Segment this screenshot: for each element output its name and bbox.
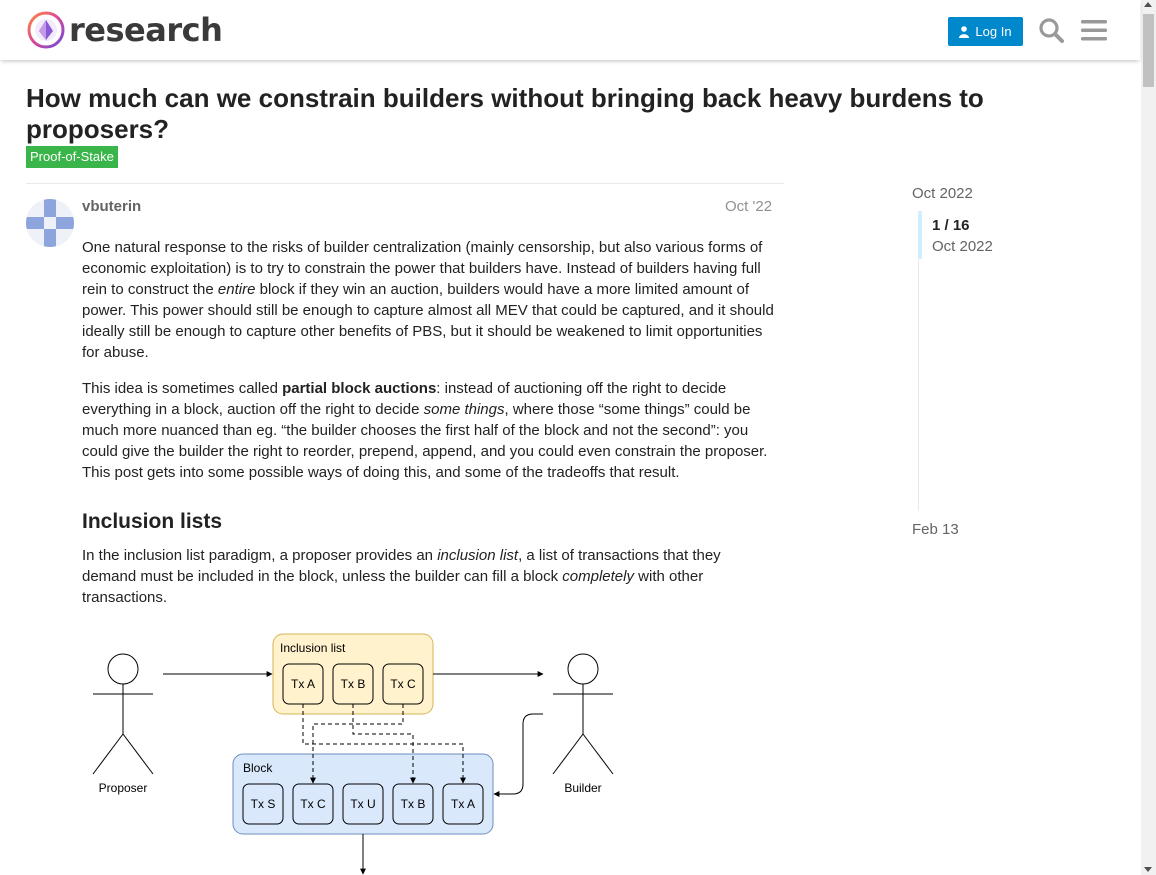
timeline-end-date[interactable]: Feb 13 [912,521,959,538]
avatar[interactable] [26,199,74,247]
block-tx-label: Tx A [451,797,475,811]
timeline-current-date: Oct 2022 [932,238,993,255]
inclusion-list-label: Inclusion list [280,641,346,655]
research-logo-icon [27,11,65,49]
post-date[interactable]: Oct '22 [725,198,772,215]
timeline-post-count: 1 / 16 [932,217,970,234]
paragraph: In the inclusion list paradigm, a propos… [82,547,721,606]
menu-icon[interactable] [1081,17,1107,43]
builder-to-block-arrow [493,713,543,797]
login-button[interactable]: Log In [948,17,1023,46]
block-tx-label: Tx S [251,797,276,811]
paragraph: One natural response to the risks of bui… [82,239,774,361]
scrollbar[interactable] [1141,0,1156,875]
site-logo[interactable]: research [27,11,223,49]
block-tx-label: Tx C [300,797,326,811]
logo-text: research [69,11,223,49]
timeline-start-date[interactable]: Oct 2022 [912,185,973,202]
site-header: research Log In [0,0,1140,60]
section-heading: Inclusion lists [82,510,223,533]
scroll-down-arrow-icon[interactable] [1144,867,1152,872]
scrollbar-thumb[interactable] [1143,14,1154,87]
user-icon [959,25,970,38]
builder-figure-icon [552,653,614,775]
category-tag[interactable]: Proof-of-Stake [26,146,118,168]
topic-title[interactable]: How much can we constrain builders witho… [26,83,1046,145]
block-tx-label: Tx B [401,797,426,811]
timeline-handle[interactable] [918,211,922,259]
inclusion-list-diagram[interactable]: Proposer Builder Inclusion list Tx A Tx B… [82,620,642,875]
avatar-identicon-icon [26,199,74,247]
search-icon[interactable] [1038,17,1064,43]
post-author[interactable]: vbuterin [82,198,141,215]
proposer-label: Proposer [99,781,148,795]
proposer-figure-icon [92,653,154,775]
paragraph: This idea is sometimes called partial bl… [82,380,768,481]
post-body: One natural response to the risks of bui… [82,237,774,623]
block-tx-label: Tx U [350,797,375,811]
login-label: Log In [975,24,1012,39]
builder-label: Builder [564,781,601,795]
block-label: Block [243,761,273,775]
inclusion-tx-label: Tx C [390,677,416,691]
inclusion-tx-label: Tx B [341,677,366,691]
scroll-up-arrow-icon[interactable] [1144,2,1152,7]
divider [26,183,784,184]
inclusion-tx-label: Tx A [291,677,315,691]
